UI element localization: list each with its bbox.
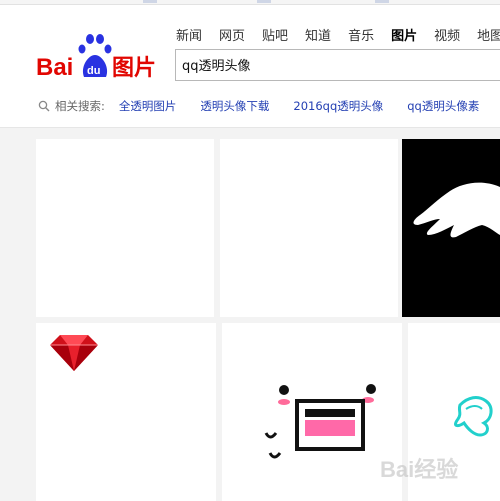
nav-web[interactable]: 网页 [219, 27, 245, 47]
nav-video[interactable]: 视频 [434, 27, 460, 47]
nav-zhidao[interactable]: 知道 [305, 27, 331, 47]
blank-image-2[interactable] [220, 139, 398, 317]
watermark-text: Bai经验 [380, 457, 458, 482]
search-box [175, 49, 500, 81]
logo-text-bai: Bai [36, 54, 73, 81]
cartoon-face-icon [264, 384, 376, 459]
top-nav: 新闻 网页 贴吧 知道 音乐 图片 视频 地图 [176, 27, 500, 47]
tab-marker [143, 0, 157, 3]
search-header: Bai du 图片 新闻 网页 贴吧 知道 音乐 图片 视频 地图 qq透明头像… [0, 5, 500, 128]
nav-images[interactable]: 图片 [391, 27, 417, 47]
tab-marker [375, 0, 389, 3]
paw-icon: du [78, 34, 112, 77]
nav-news[interactable]: 新闻 [176, 27, 202, 47]
diamond-icon [50, 335, 98, 371]
tab-marker [257, 0, 271, 3]
logo-text-tupian: 图片 [112, 56, 156, 81]
nav-tieba[interactable]: 贴吧 [262, 27, 288, 47]
related-link[interactable]: qq透明头像素 [407, 98, 479, 114]
red-diamond-image[interactable] [36, 323, 216, 501]
related-link[interactable]: 全透明图片 [119, 98, 177, 114]
search-input[interactable] [176, 50, 498, 78]
blank-image-1[interactable] [36, 139, 214, 317]
baidu-jingyan-watermark: Bai经验 [380, 447, 490, 487]
nav-music[interactable]: 音乐 [348, 27, 374, 47]
angel-wing-image[interactable] [402, 139, 500, 317]
related-label: 相关搜索: [55, 99, 105, 113]
related-link[interactable]: 透明头像下载 [200, 98, 269, 114]
wing-icon [413, 182, 500, 238]
related-searches: 相关搜索: 全透明图片 透明头像下载 2016qq透明头像 qq透明头像素 [38, 96, 500, 116]
nav-map[interactable]: 地图 [477, 27, 500, 47]
baidu-image-logo[interactable]: Bai du 图片 [36, 33, 166, 81]
search-icon [38, 100, 50, 112]
logo-text-du: du [87, 65, 100, 77]
related-link[interactable]: 2016qq透明头像 [293, 98, 383, 114]
cute-face-image[interactable] [222, 323, 402, 501]
